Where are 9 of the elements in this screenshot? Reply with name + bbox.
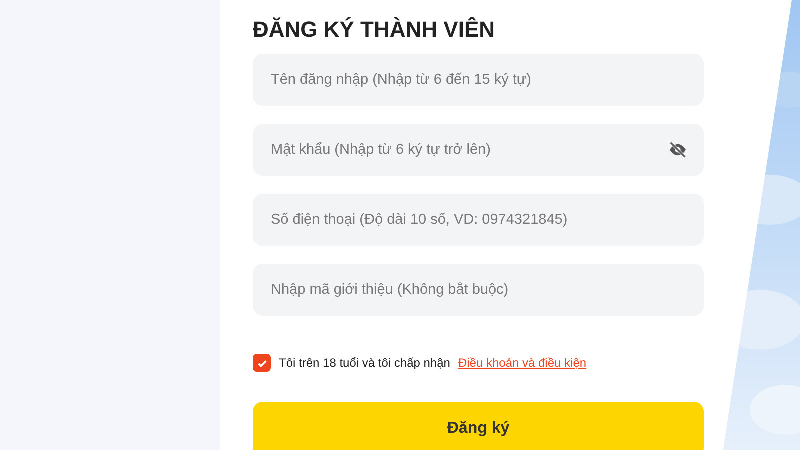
terms-link[interactable]: Điều khoản và điều kiện [458,354,587,372]
eye-slash-icon[interactable] [668,142,688,158]
form-title: ĐĂNG KÝ THÀNH VIÊN [253,16,496,44]
agreement-text: Tôi trên 18 tuổi và tôi chấp nhận [279,355,450,372]
register-button[interactable]: Đăng ký [253,402,704,450]
checkbox[interactable] [253,354,271,372]
input-field[interactable]: Tên đăng nhập (Nhập từ 6 đến 15 ký tự) [253,54,704,106]
input-field[interactable]: Số điện thoại (Độ dài 10 số, VD: 0974321845) [253,194,704,246]
input-field[interactable]: Mật khẩu (Nhập từ 6 ký tự trở lên) [253,124,704,176]
